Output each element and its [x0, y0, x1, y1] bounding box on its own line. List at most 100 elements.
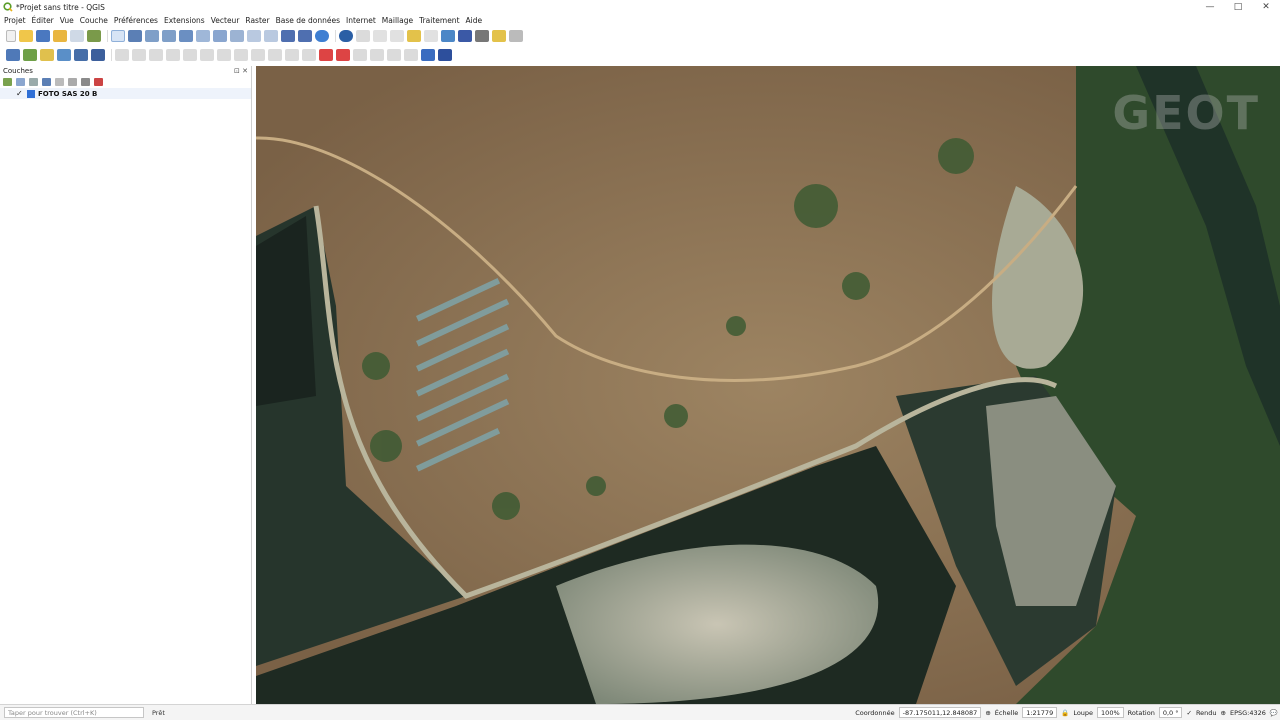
menu-vue[interactable]: Vue [60, 16, 74, 25]
print-layout-icon[interactable] [70, 30, 84, 42]
style-manager-icon[interactable] [87, 30, 101, 42]
menu-traitement[interactable]: Traitement [419, 16, 459, 25]
show-labels-icon[interactable] [336, 49, 350, 61]
maximize-button[interactable]: □ [1224, 0, 1252, 14]
scale-label: Échelle [994, 708, 1019, 717]
action-icon[interactable] [356, 30, 370, 42]
new-geopackage-icon[interactable] [23, 49, 37, 61]
change-label-icon[interactable] [387, 49, 401, 61]
menu-projet[interactable]: Projet [4, 16, 26, 25]
manage-visibility-icon[interactable] [29, 78, 38, 86]
main-toolbar [0, 27, 1280, 45]
zoom-last-icon[interactable] [247, 30, 261, 42]
crs-globe-icon[interactable]: ⊕ [1221, 709, 1226, 717]
rotation-spinbox[interactable]: 0,0 ° [1158, 707, 1183, 718]
menu-preferences[interactable]: Préférences [114, 16, 158, 25]
menu-raster[interactable]: Raster [245, 16, 269, 25]
window-title: *Projet sans titre - QGIS [16, 2, 105, 12]
move-label-icon[interactable] [353, 49, 367, 61]
zoom-native-icon[interactable] [230, 30, 244, 42]
delete-selected-icon[interactable] [183, 49, 197, 61]
vertex-tool-icon[interactable] [166, 49, 180, 61]
extents-toggle-icon[interactable]: ⊕ [985, 709, 990, 717]
filter-expression-icon[interactable] [55, 78, 64, 86]
save-project-icon[interactable] [36, 30, 50, 42]
menu-editer[interactable]: Éditer [32, 16, 54, 25]
map-tips-icon[interactable] [509, 30, 523, 42]
layer-visibility-checkbox[interactable]: ✓ [16, 89, 24, 98]
identify-icon[interactable] [339, 30, 353, 42]
locator-search-input[interactable]: Taper pour trouver (Ctrl+K) [4, 707, 144, 718]
deselect-icon[interactable] [390, 30, 404, 42]
zoom-out-icon[interactable] [162, 30, 176, 42]
undo-icon[interactable] [251, 49, 265, 61]
menu-extensions[interactable]: Extensions [164, 16, 205, 25]
measure-icon[interactable] [475, 30, 489, 42]
crs-button[interactable]: EPSG:4326 [1230, 709, 1266, 717]
add-feature-icon[interactable] [149, 49, 163, 61]
cut-features-icon[interactable] [200, 49, 214, 61]
save-as-icon[interactable] [53, 30, 67, 42]
zoom-in-icon[interactable] [145, 30, 159, 42]
menu-maillage[interactable]: Maillage [382, 16, 413, 25]
menu-vecteur[interactable]: Vecteur [211, 16, 240, 25]
new-shapefile-icon[interactable] [40, 49, 54, 61]
render-checkbox[interactable]: ✓ [1186, 709, 1191, 717]
python-console-icon[interactable] [421, 49, 435, 61]
status-message: Prêt [152, 708, 165, 717]
new-project-icon[interactable] [6, 30, 16, 42]
scale-select[interactable]: 1:21779 [1022, 707, 1058, 718]
virtual-layer-icon[interactable] [74, 49, 88, 61]
zoom-layer-icon[interactable] [213, 30, 227, 42]
paste-features-icon[interactable] [234, 49, 248, 61]
annotation-icon[interactable] [492, 30, 506, 42]
menu-internet[interactable]: Internet [346, 16, 376, 25]
new-bookmark-icon[interactable] [281, 30, 295, 42]
refresh-icon[interactable] [315, 30, 329, 42]
plugin-icon[interactable] [438, 49, 452, 61]
close-button[interactable]: ✕ [1252, 0, 1280, 14]
remove-layer-icon[interactable] [94, 78, 103, 86]
rotation-label: Rotation [1127, 708, 1155, 717]
add-group-icon[interactable] [16, 78, 25, 86]
layer-item[interactable]: ✓ FOTO SAS 20 B [0, 88, 251, 99]
collapse-all-icon[interactable] [81, 78, 90, 86]
open-project-icon[interactable] [19, 30, 33, 42]
messages-icon[interactable]: 💬 [1270, 709, 1278, 717]
layer-properties-icon[interactable] [91, 49, 105, 61]
pan-map-icon[interactable] [111, 30, 125, 42]
menu-aide[interactable]: Aide [466, 16, 483, 25]
diagram-tool-icon[interactable] [404, 49, 418, 61]
pin-labels-icon[interactable] [302, 49, 316, 61]
pan-to-selection-icon[interactable] [128, 30, 142, 42]
menu-couche[interactable]: Couche [80, 16, 108, 25]
style-panel-icon[interactable] [3, 78, 12, 86]
zoom-next-icon[interactable] [264, 30, 278, 42]
zoom-selection-icon[interactable] [196, 30, 210, 42]
redo-icon[interactable] [268, 49, 282, 61]
field-calculator-icon[interactable] [424, 30, 438, 42]
copy-features-icon[interactable] [217, 49, 231, 61]
menu-base-de-donnees[interactable]: Base de données [276, 16, 340, 25]
toggle-editing-icon[interactable] [115, 49, 129, 61]
statistics-icon[interactable] [458, 30, 472, 42]
label-tool-icon[interactable] [285, 49, 299, 61]
data-source-manager-icon[interactable] [6, 49, 20, 61]
rotate-label-icon[interactable] [370, 49, 384, 61]
highlight-labels-icon[interactable] [319, 49, 333, 61]
digitize-icon[interactable] [57, 49, 71, 61]
zoom-full-icon[interactable] [179, 30, 193, 42]
expand-all-icon[interactable] [68, 78, 77, 86]
minimize-button[interactable]: — [1196, 0, 1224, 14]
save-edits-icon[interactable] [132, 49, 146, 61]
attribute-table-icon[interactable] [407, 30, 421, 42]
show-bookmarks-icon[interactable] [298, 30, 312, 42]
filter-legend-icon[interactable] [42, 78, 51, 86]
scale-lock-icon[interactable]: 🔒 [1061, 709, 1069, 717]
map-canvas[interactable]: GEOT [256, 66, 1280, 704]
panel-float-close-icon[interactable]: ⊡ ✕ [234, 67, 248, 75]
coordinate-field[interactable]: -87.175011,12.848087 [898, 707, 982, 718]
processing-toolbox-icon[interactable] [441, 30, 455, 42]
select-features-icon[interactable] [373, 30, 387, 42]
magnifier-spinbox[interactable]: 100% [1097, 707, 1124, 718]
